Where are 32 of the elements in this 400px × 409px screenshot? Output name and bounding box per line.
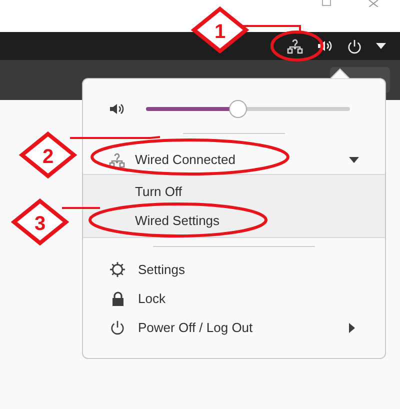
network-icon [287, 38, 303, 54]
callout-number: 1 [214, 21, 226, 43]
network-icon [109, 152, 125, 168]
callout-diamond [10, 198, 70, 246]
caret-down-icon[interactable] [376, 43, 386, 49]
menu-item[interactable]: Settings [83, 255, 385, 284]
menu-item-label: Settings [138, 260, 185, 279]
speaker-icon [317, 39, 333, 53]
menu-item-label: Lock [138, 290, 166, 308]
callout-diamond [18, 131, 78, 179]
caret-icon [349, 157, 359, 163]
menu-item[interactable]: Power Off / Log Out [83, 313, 385, 342]
network-label: Wired Connected [135, 151, 236, 170]
menu-item-label: Power Off / Log Out [138, 318, 253, 337]
close-icon[interactable] [369, 0, 378, 7]
maximize-icon[interactable] [322, 0, 331, 6]
settings-icon [109, 261, 126, 278]
callout-number: 2 [42, 146, 54, 168]
submenu-item[interactable]: Wired Settings [135, 206, 220, 235]
menu-item[interactable]: Lock [83, 284, 385, 313]
power-icon [347, 38, 362, 54]
network-row[interactable]: Wired Connected [83, 146, 385, 174]
highlight-ellipse [270, 30, 324, 62]
leader-line [242, 25, 301, 32]
leader-line [62, 207, 100, 209]
lock-icon [110, 290, 124, 306]
volume-icon [109, 102, 125, 116]
callout-number: 3 [34, 213, 46, 235]
submenu-arrow-icon [349, 322, 355, 332]
submenu-item[interactable]: Turn Off [135, 177, 182, 206]
power-icon [110, 320, 125, 335]
slider-thumb[interactable] [228, 100, 247, 118]
